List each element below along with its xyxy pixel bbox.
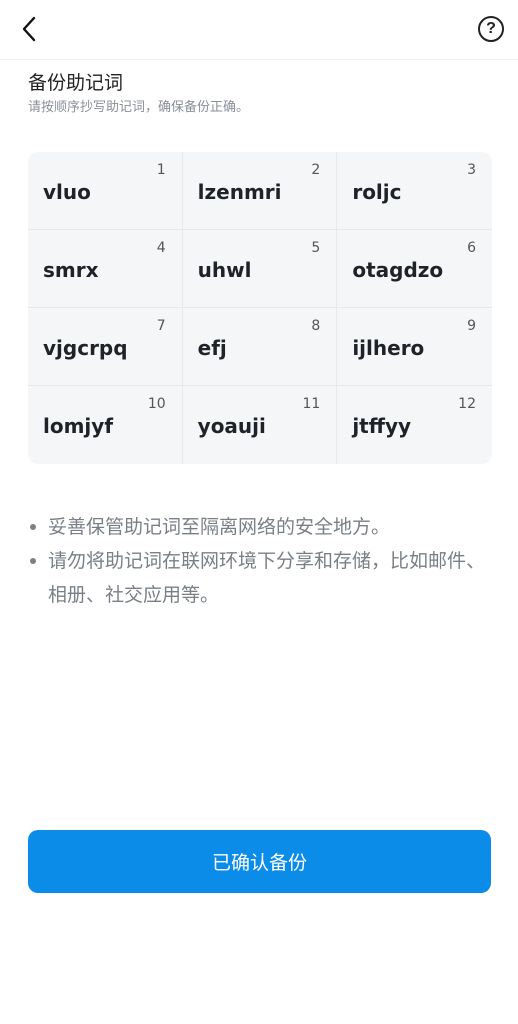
word-index: 11 (302, 396, 321, 412)
mnemonic-word: otagdzo (352, 258, 444, 282)
chevron-left-icon (22, 16, 36, 42)
question-circle-icon: ? (486, 20, 496, 37)
mnemonic-cell: 2 lzenmri (182, 152, 338, 230)
mnemonic-word: vjgcrpq (43, 336, 128, 360)
mnemonic-cell: 8 efj (182, 308, 338, 386)
mnemonic-cell: 10 lomjyf (28, 386, 183, 464)
word-index: 2 (311, 162, 321, 178)
mnemonic-cell: 5 uhwl (182, 230, 338, 308)
page-title: 备份助记词 (28, 72, 124, 94)
word-index: 7 (156, 318, 166, 334)
help-button[interactable]: ? (478, 16, 504, 42)
word-index: 5 (311, 240, 321, 256)
mnemonic-cell: 1 vluo (28, 152, 183, 230)
mnemonic-word: ijlhero (352, 336, 425, 360)
page-subtitle: 请按顺序抄写助记词，确保备份正确。 (28, 100, 250, 115)
mnemonic-cell: 12 jtffyy (337, 386, 492, 464)
word-index: 10 (147, 396, 166, 412)
word-index: 1 (156, 162, 166, 178)
word-index: 9 (467, 318, 476, 334)
top-bar: ? (0, 0, 518, 60)
mnemonic-word: roljc (352, 180, 402, 204)
mnemonic-word: jtffyy (352, 414, 412, 438)
word-index: 3 (467, 162, 476, 178)
word-index: 12 (458, 396, 476, 412)
word-index: 8 (311, 318, 321, 334)
mnemonic-cell: 7 vjgcrpq (28, 308, 183, 386)
mnemonic-word: smrx (43, 258, 99, 282)
tip-item: 请勿将助记词在联网环境下分享和存储，比如邮件、相册、社交应用等。 (28, 544, 498, 612)
mnemonic-word: efj (197, 336, 227, 360)
mnemonic-word: lomjyf (43, 414, 114, 438)
mnemonic-cell: 11 yoauji (183, 386, 338, 464)
back-button[interactable] (14, 14, 44, 44)
mnemonic-word: uhwl (197, 258, 252, 282)
tip-item: 妥善保管助记词至隔离网络的安全地方。 (28, 510, 498, 544)
word-index: 6 (467, 240, 476, 256)
mnemonic-word: vluo (43, 180, 91, 204)
mnemonic-cell: 6 otagdzo (337, 230, 492, 308)
mnemonic-grid: 1 vluo 2 lzenmri 3 roljc 4 smrx 5 uhwl 6 otagd… (28, 152, 492, 464)
mnemonic-cell: 4 smrx (28, 230, 183, 308)
security-tips: 妥善保管助记词至隔离网络的安全地方。 请勿将助记词在联网环境下分享和存储，比如邮… (28, 510, 498, 612)
mnemonic-word: lzenmri (197, 180, 282, 204)
mnemonic-cell: 3 roljc (337, 152, 492, 230)
mnemonic-word: yoauji (197, 414, 266, 438)
word-index: 4 (156, 240, 166, 256)
mnemonic-cell: 9 ijlhero (337, 308, 492, 386)
confirm-backup-button[interactable]: 已确认备份 (28, 830, 491, 893)
